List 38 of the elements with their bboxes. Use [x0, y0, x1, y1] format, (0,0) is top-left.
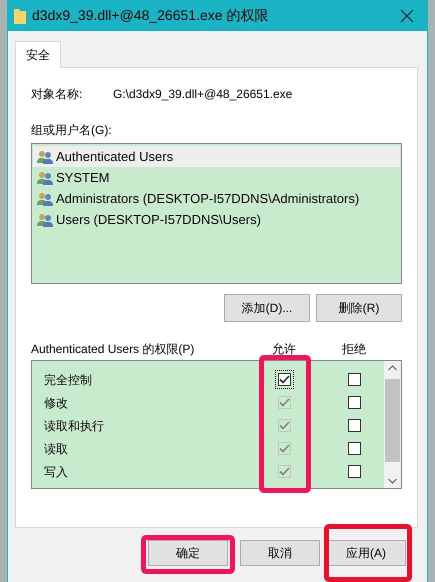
- checkbox[interactable]: [348, 396, 360, 409]
- dialog-button[interactable]: 添加(D)...: [224, 294, 310, 322]
- dialog-button[interactable]: 确定: [148, 540, 228, 566]
- checkbox[interactable]: [348, 419, 360, 432]
- dialog-button[interactable]: 取消: [240, 540, 320, 566]
- permission-name: 修改: [43, 394, 69, 412]
- permission-name: 写入: [43, 464, 69, 480]
- list-item[interactable]: SYSTEM: [33, 167, 400, 188]
- dialog-button[interactable]: 删除(R): [316, 294, 402, 322]
- tab[interactable]: 安全: [15, 41, 61, 68]
- users-icon: [37, 212, 53, 226]
- checkbox[interactable]: [348, 465, 360, 478]
- field-label: 对象名称:: [31, 86, 84, 103]
- close-icon[interactable]: [400, 9, 414, 24]
- list-item[interactable]: Administrators (DESKTOP-I57DDNS\Administrators): [33, 188, 400, 209]
- object-path: G:\d3dx9_39.dll+@48_26651.exe: [113, 86, 292, 103]
- column-header: 拒绝: [341, 341, 367, 358]
- window-title: d3dx9_39.dll+@48_26651.exe 的权限: [32, 6, 270, 25]
- list-item[interactable]: Authenticated Users: [33, 146, 400, 167]
- permission-name: 读取和执行: [43, 418, 105, 434]
- users-icon: [37, 192, 53, 206]
- users-icon: [37, 150, 53, 164]
- permission-name: 完全控制: [43, 372, 93, 388]
- column-header: 允许: [271, 341, 297, 358]
- section-label: 组或用户名(G):: [31, 122, 113, 139]
- permission-name: 读取: [43, 440, 69, 458]
- scrollbar-thumb[interactable]: [385, 379, 400, 462]
- section-label: Authenticated Users 的权限(P): [31, 341, 196, 358]
- checkbox[interactable]: [348, 373, 360, 386]
- list-item[interactable]: Users (DESKTOP-I57DDNS\Users): [33, 209, 400, 230]
- folder-icon: [14, 8, 26, 24]
- checkbox[interactable]: [348, 442, 360, 455]
- dialog-button[interactable]: 应用(A): [326, 540, 406, 566]
- scroll-up-icon[interactable]: [388, 365, 397, 371]
- users-icon: [37, 170, 53, 184]
- scroll-down-icon[interactable]: [388, 478, 397, 484]
- checkbox[interactable]: [278, 373, 290, 386]
- scrollbar[interactable]: [384, 361, 401, 488]
